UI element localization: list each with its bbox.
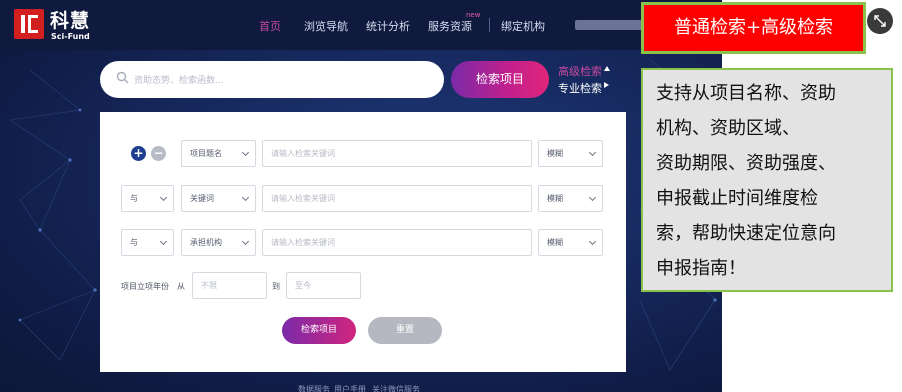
description-line: 申报指南！ [656, 258, 746, 279]
user-account-redacted[interactable] [575, 20, 645, 30]
nav-bind-institution[interactable]: 绑定机构 [501, 18, 545, 34]
match-select-2-value: 模糊 [547, 194, 563, 203]
annotation-title-callout: 普通检索+高级检索 [641, 2, 866, 54]
search-icon [116, 71, 129, 84]
description-line: 机构、资助区域、 [656, 118, 800, 139]
description-line: 索，帮助快速定位意向 [656, 223, 836, 244]
nav-browse[interactable]: 浏览导航 [304, 18, 348, 34]
advanced-search-link[interactable]: 高级检索 [558, 63, 602, 79]
field-select-1-value: 项目题名 [190, 149, 222, 158]
caret-up-icon [604, 66, 610, 71]
year-range-label: 项目立项年份 [121, 282, 169, 291]
chevron-down-icon [159, 237, 168, 246]
field-select-2-value: 关键词 [190, 194, 214, 203]
chevron-down-icon [241, 193, 250, 202]
caret-right-icon [604, 82, 609, 88]
match-select-1-value: 模糊 [547, 149, 563, 158]
search-projects-button[interactable]: 检索项目 [451, 61, 549, 98]
remove-condition-icon[interactable]: − [151, 146, 166, 161]
year-from-label: 从 [177, 282, 185, 291]
professional-search-link[interactable]: 专业检索 [558, 80, 602, 96]
field-select-3-value: 承担机构 [190, 238, 222, 247]
keyword-input-1[interactable]: 请输入检索关键词 [262, 140, 532, 167]
description-line: 资助期限、资助强度、 [656, 153, 836, 174]
logic-select-2[interactable]: 与 [121, 185, 174, 212]
footer-link-data-service[interactable]: 数据服务 [298, 384, 330, 392]
logo-title[interactable]: 科慧 [50, 6, 90, 33]
footer-link-user-manual[interactable]: 用户手册 [334, 384, 366, 392]
match-select-3-value: 模糊 [547, 238, 563, 247]
advanced-search-button[interactable]: 检索项目 [282, 317, 356, 344]
nav-services[interactable]: 服务资源 [428, 18, 472, 34]
logic-select-3[interactable]: 与 [121, 229, 174, 256]
field-select-2[interactable]: 关键词 [181, 185, 256, 212]
match-select-3[interactable]: 模糊 [538, 229, 603, 256]
field-select-3[interactable]: 承担机构 [181, 229, 256, 256]
match-select-2[interactable]: 模糊 [538, 185, 603, 212]
logo-subtitle: Sci-Fund [51, 32, 90, 41]
chevron-down-icon [588, 193, 597, 202]
search-placeholder: 资助态势、检索函数... [134, 76, 224, 86]
top-navigation-bar: 科慧 Sci-Fund 首页 浏览导航 统计分析 服务资源 new 绑定机构 [0, 0, 722, 50]
description-line: 申报截止时间维度检 [656, 188, 818, 209]
nav-divider [489, 18, 490, 32]
footer-link-wechat[interactable]: 关注微信服务 [372, 384, 420, 392]
keyword-input-2[interactable]: 请输入检索关键词 [262, 185, 532, 212]
match-select-1[interactable]: 模糊 [538, 140, 603, 167]
logic-select-3-value: 与 [130, 238, 138, 247]
field-select-1[interactable]: 项目题名 [181, 140, 256, 167]
description-line: 支持从项目名称、资助 [656, 83, 836, 104]
chevron-down-icon [159, 193, 168, 202]
sci-fund-logo-icon[interactable] [14, 9, 44, 39]
annotation-description-callout: 支持从项目名称、资助 机构、资助区域、 资助期限、资助强度、 申报截止时间维度检… [641, 68, 893, 292]
nav-home[interactable]: 首页 [259, 18, 281, 34]
add-condition-icon[interactable]: + [131, 146, 146, 161]
year-to-input[interactable]: 至今 [286, 272, 361, 299]
chevron-down-icon [588, 148, 597, 157]
close-icon[interactable] [867, 8, 893, 34]
nav-statistics[interactable]: 统计分析 [366, 18, 410, 34]
chevron-down-icon [241, 148, 250, 157]
chevron-down-icon [241, 237, 250, 246]
year-from-input[interactable]: 不限 [192, 272, 267, 299]
annotated-screenshot: 科慧 Sci-Fund 首页 浏览导航 统计分析 服务资源 new 绑定机构 资… [0, 0, 902, 392]
keyword-input-3[interactable]: 请输入检索关键词 [262, 229, 532, 256]
chevron-down-icon [588, 237, 597, 246]
year-to-label: 到 [272, 282, 280, 291]
sci-fund-homepage: 科慧 Sci-Fund 首页 浏览导航 统计分析 服务资源 new 绑定机构 资… [0, 0, 722, 392]
reset-button[interactable]: 重置 [368, 317, 442, 344]
logic-select-2-value: 与 [130, 194, 138, 203]
new-badge: new [466, 11, 481, 19]
